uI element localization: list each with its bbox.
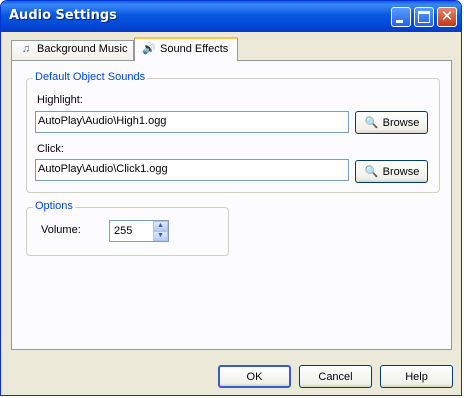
minimize-icon	[396, 20, 403, 23]
volume-label: Volume:	[41, 224, 81, 236]
speaker-icon: 🔊	[142, 43, 156, 55]
spin-up-icon[interactable]: ▲	[153, 221, 168, 231]
highlight-path-field[interactable]: AutoPlay\Audio\High1.ogg	[35, 111, 349, 133]
highlight-browse-button[interactable]: 🔍 Browse	[355, 111, 428, 134]
browse-label: Browse	[382, 117, 420, 129]
close-button[interactable]: ✕	[437, 7, 457, 27]
title-bar[interactable]: Audio Settings ✕	[1, 1, 461, 32]
cancel-button[interactable]: Cancel	[299, 365, 372, 388]
help-button[interactable]: Help	[380, 365, 453, 388]
highlight-label: Highlight:	[37, 94, 83, 106]
group-legend: Default Object Sounds	[33, 71, 148, 83]
browse-folder-icon: 🔍	[364, 117, 379, 129]
music-note-icon: ♫	[21, 43, 31, 55]
group-legend: Options	[33, 200, 75, 212]
volume-value[interactable]: 255	[114, 225, 132, 237]
window-title: Audio Settings	[9, 8, 117, 23]
tab-label: Background Music	[37, 43, 128, 55]
browse-label: Browse	[382, 166, 420, 178]
minimize-button[interactable]	[391, 7, 411, 27]
ok-button[interactable]: OK	[218, 365, 291, 388]
maximize-button[interactable]	[414, 7, 434, 27]
click-path-field[interactable]: AutoPlay\Audio\Click1.ogg	[35, 159, 349, 181]
browse-folder-icon: 🔍	[364, 166, 379, 178]
volume-spinner[interactable]: 255 ▲ ▼	[109, 220, 169, 242]
tab-background-music[interactable]: ♫ Background Music	[11, 40, 134, 60]
spin-down-icon[interactable]: ▼	[153, 231, 168, 241]
close-icon: ✕	[440, 7, 454, 25]
tab-label: Sound Effects	[160, 43, 229, 55]
maximize-icon	[418, 11, 430, 23]
click-label: Click:	[37, 143, 64, 155]
tab-sound-effects[interactable]: 🔊 Sound Effects	[134, 37, 238, 61]
audio-settings-dialog: Audio Settings ✕ ♫ Background Music 🔊 Soun…	[0, 0, 462, 396]
click-browse-button[interactable]: 🔍 Browse	[355, 160, 428, 183]
